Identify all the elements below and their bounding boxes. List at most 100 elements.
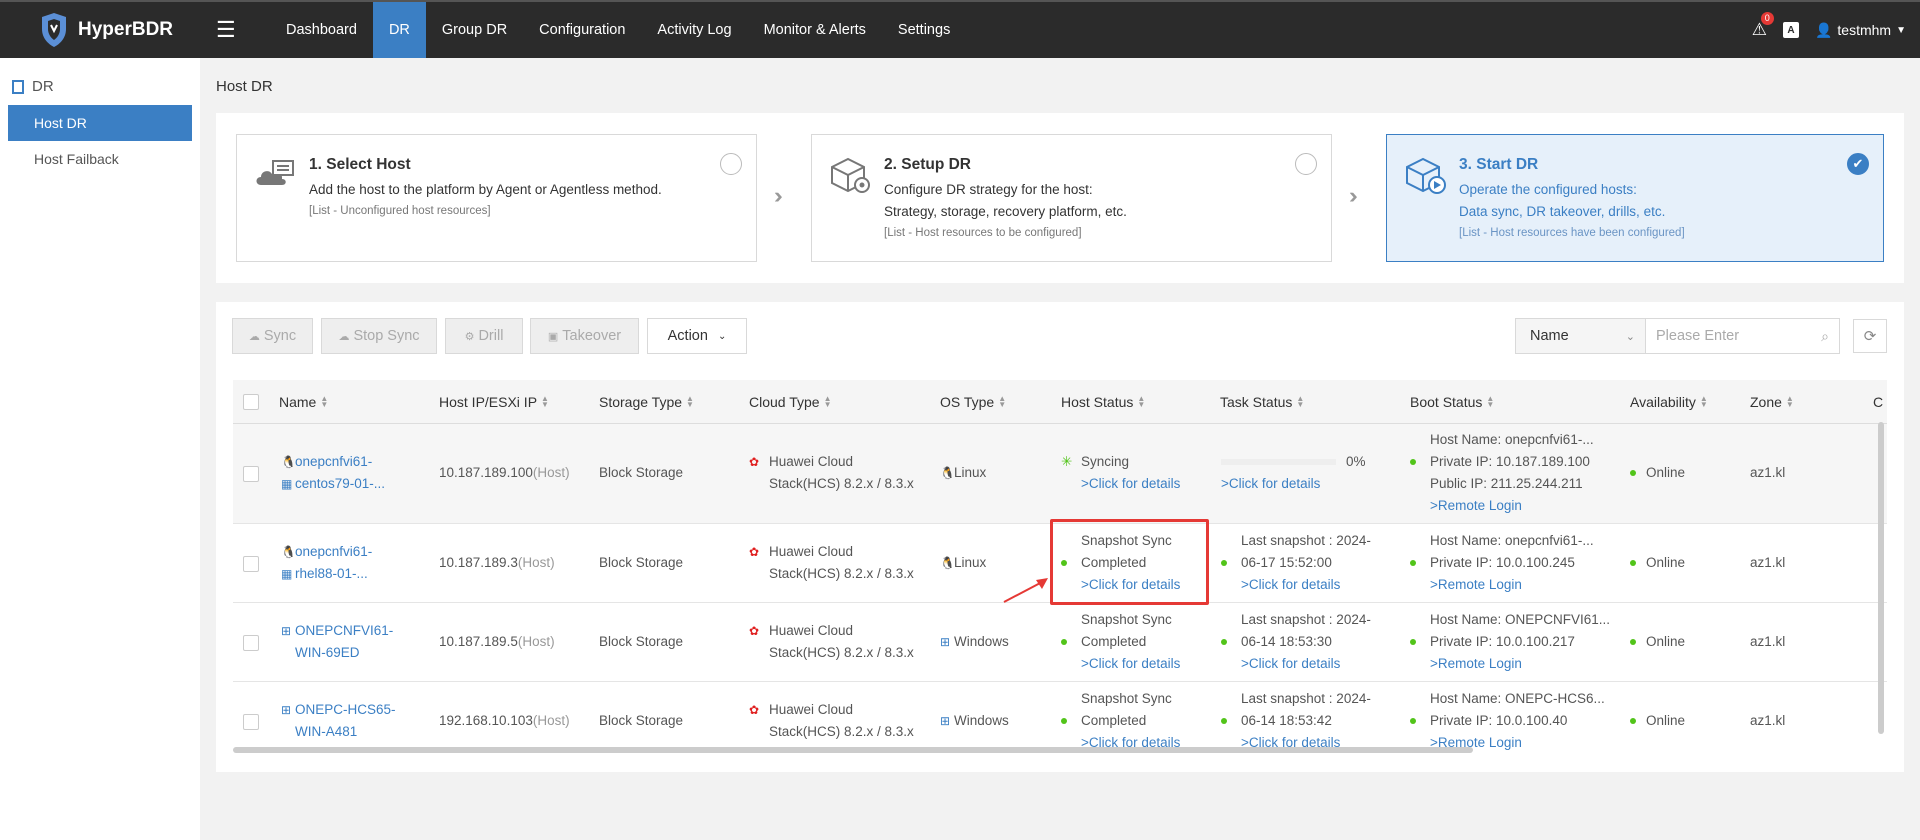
host-name-cell[interactable]: ⊞ ONEPCNFVI61- WIN-69ED	[281, 620, 411, 664]
sidebar-item-host-failback[interactable]: Host Failback	[8, 141, 192, 177]
user-icon: 👤	[1814, 21, 1833, 38]
host-status-text: Syncing	[1081, 454, 1130, 469]
column-boot-status[interactable]: Boot Status ▲ ▼	[1410, 380, 1494, 424]
step-note: [List - Host resources to be configured]	[884, 227, 1082, 239]
host-name-cell[interactable]: 🐧onepcnfvi61- ▦ rhel88-01-...	[281, 541, 411, 585]
table-row[interactable]: ⊞ ONEPCNFVI61- WIN-69ED 10.187.189.5(Host…	[233, 603, 1887, 682]
nav-configuration[interactable]: Configuration	[523, 2, 641, 58]
nav-dr[interactable]: DR	[372, 2, 426, 58]
sync-label: Sync	[263, 328, 297, 344]
drill-label: Drill	[478, 328, 504, 344]
huawei-icon: ✿	[749, 624, 760, 638]
column-zone[interactable]: Zone ▲ ▼	[1750, 380, 1794, 424]
table-row[interactable]: ⊞ ONEPC-HCS65- WIN-A481 192.168.10.103(Ho…	[233, 682, 1887, 750]
highlight-box	[1050, 519, 1209, 605]
sidebar-item-host-dr[interactable]: Host DR	[8, 105, 192, 141]
column-availability[interactable]: Availability ▲ ▼	[1630, 380, 1708, 424]
task-status-link[interactable]: >Click for details	[1221, 653, 1371, 675]
nav-group-dr[interactable]: Group DR	[426, 2, 523, 58]
refresh-button[interactable]: ⟳	[1853, 319, 1887, 353]
column-label: Task Status	[1220, 394, 1293, 410]
nav-settings[interactable]: Settings	[882, 2, 966, 58]
drill-button[interactable]: ⚙ Drill	[445, 318, 523, 354]
status-dot	[1410, 639, 1416, 646]
step-setup-dr[interactable]: 2. Setup DR Configure DR strategy for th…	[811, 134, 1332, 262]
task-status-text: 06-14 18:53:30	[1241, 634, 1332, 649]
task-status-cell: Last snapshot : 2024- 06-14 18:53:30 >Cl…	[1221, 609, 1371, 675]
host-status-link[interactable]: >Click for details	[1061, 653, 1180, 675]
row-checkbox[interactable]	[243, 714, 259, 730]
sync-button[interactable]: ☁ Sync	[232, 318, 313, 354]
status-dot	[1221, 560, 1227, 567]
column-cloud-type[interactable]: Cloud Type ▲ ▼	[749, 380, 832, 424]
step-radio-checked[interactable]: ✔	[1847, 153, 1869, 175]
availability-text: Online	[1646, 465, 1686, 480]
column-label: Zone	[1750, 394, 1782, 410]
linux-icon: 🐧	[940, 466, 955, 480]
windows-icon: ⊞	[281, 703, 292, 717]
host-ip-cell: 192.168.10.103(Host)	[439, 710, 570, 732]
boot-line: Private IP: 10.0.100.40	[1430, 713, 1568, 728]
column-label: Availability	[1630, 394, 1696, 410]
search-input[interactable]	[1656, 328, 1806, 344]
nav-dashboard[interactable]: Dashboard	[270, 2, 373, 58]
vertical-scrollbar[interactable]	[1878, 422, 1884, 734]
task-status-cell: Last snapshot : 2024- 06-17 15:52:00 >Cl…	[1221, 530, 1371, 596]
font-size-icon[interactable]: A	[1782, 22, 1799, 38]
host-name-cell[interactable]: ⊞ ONEPC-HCS65- WIN-A481	[281, 699, 411, 743]
boot-line: Host Name: onepcnfvi61-...	[1430, 533, 1594, 548]
step-select-host[interactable]: 1. Select Host Add the host to the platf…	[236, 134, 757, 262]
sidebar-section-dr: DR	[0, 58, 200, 95]
row-checkbox[interactable]	[243, 635, 259, 651]
remote-login-link[interactable]: >Remote Login	[1410, 653, 1610, 675]
column-truncated[interactable]: C	[1873, 380, 1883, 424]
step-radio[interactable]	[1295, 153, 1317, 175]
column-os-type[interactable]: OS Type ▲ ▼	[940, 380, 1006, 424]
column-storage-type[interactable]: Storage Type ▲ ▼	[599, 380, 694, 424]
stop-sync-button[interactable]: ☁ Stop Sync	[321, 318, 437, 354]
table-header: Name ▲ ▼ Host IP/ESXi IP ▲ ▼ Storage Type ▲ ▼ …	[233, 380, 1887, 424]
windows-icon: ⊞	[940, 635, 951, 649]
table-row[interactable]: 🐧onepcnfvi61- ▦ centos79-01-... 10.187.18…	[233, 424, 1887, 524]
nav-activity-log[interactable]: Activity Log	[641, 2, 747, 58]
row-checkbox[interactable]	[243, 466, 259, 482]
sidebar: DR Host DR Host Failback	[0, 58, 200, 840]
action-dropdown[interactable]: Action ⌄	[647, 318, 747, 354]
step-title: 3. Start DR	[1459, 156, 1539, 173]
column-task-status[interactable]: Task Status ▲ ▼	[1220, 380, 1304, 424]
task-status-link[interactable]: >Click for details	[1221, 473, 1366, 495]
building-icon	[12, 79, 24, 94]
column-host-ip[interactable]: Host IP/ESXi IP ▲ ▼	[439, 380, 549, 424]
nav-monitor-alerts[interactable]: Monitor & Alerts	[748, 2, 882, 58]
linux-icon: 🐧	[281, 455, 296, 469]
remote-login-link[interactable]: >Remote Login	[1410, 574, 1594, 596]
cloud-sync-icon: ☁	[248, 330, 260, 343]
task-status-link[interactable]: >Click for details	[1221, 574, 1371, 596]
select-all-checkbox[interactable]	[243, 394, 259, 410]
takeover-button[interactable]: ▣ Takeover	[530, 318, 639, 354]
app-logo[interactable]: HyperBDR	[0, 13, 200, 47]
step-start-dr[interactable]: 3. Start DR Operate the configured hosts…	[1386, 134, 1884, 262]
row-checkbox[interactable]	[243, 556, 259, 572]
column-host-status[interactable]: Host Status ▲ ▼	[1061, 380, 1145, 424]
column-label: C	[1873, 394, 1884, 410]
column-name[interactable]: Name ▲ ▼	[279, 380, 328, 424]
task-progress-bar	[1221, 459, 1336, 466]
remote-login-link[interactable]: >Remote Login	[1410, 495, 1594, 517]
horizontal-scrollbar[interactable]	[233, 747, 1473, 753]
host-name-cell[interactable]: 🐧onepcnfvi61- ▦ centos79-01-...	[281, 451, 411, 495]
status-dot	[1221, 718, 1227, 725]
user-menu[interactable]: 👤 testmhm ▼	[1815, 22, 1906, 39]
column-label: Host IP/ESXi IP	[439, 394, 538, 410]
sidebar-section-label: DR	[32, 78, 54, 95]
hamburger-menu-icon[interactable]: ☰	[216, 17, 256, 43]
search-icon[interactable]: ⌕	[1821, 328, 1829, 345]
host-status-link[interactable]: >Click for details	[1061, 473, 1180, 495]
alert-bell-icon[interactable]: ⚠ 0	[1752, 12, 1774, 40]
search-field-select[interactable]: Name ⌄	[1515, 318, 1646, 354]
host-status-text: Completed	[1081, 634, 1147, 649]
host-name-line: ONEPCNFVI61-	[295, 623, 394, 638]
boot-line: Host Name: ONEPCNFVI61...	[1430, 612, 1611, 627]
page-title: Host DR	[216, 78, 273, 95]
step-radio[interactable]	[720, 153, 742, 175]
